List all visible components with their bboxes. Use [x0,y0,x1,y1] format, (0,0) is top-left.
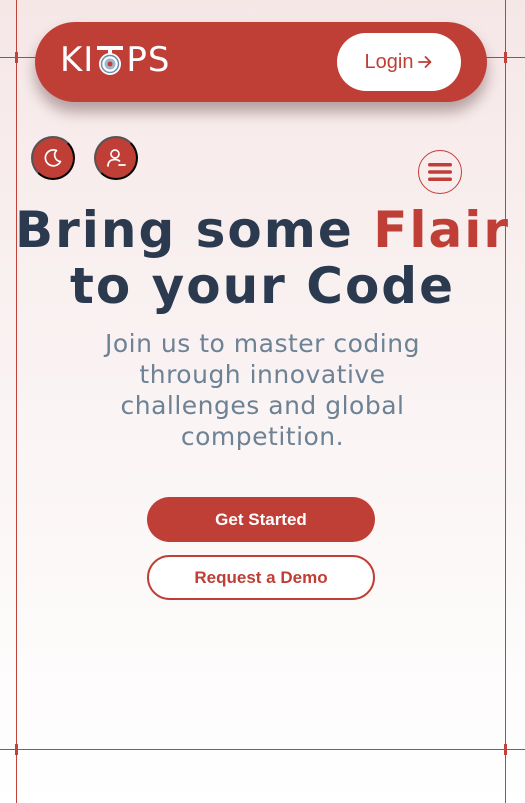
hamburger-menu-icon [428,163,452,181]
guide-line-right [505,0,506,803]
guide-tick [504,744,507,755]
hero-title-part2: to your Code [69,257,455,315]
hero-title-accent: Flair [373,201,511,259]
user-icon [107,149,126,167]
hero-subtitle: Join us to master coding through innovat… [105,329,420,451]
hero-title-part1: Bring some [14,201,374,259]
login-label: Login [364,50,414,73]
profile-button[interactable] [94,136,138,180]
theme-toggle-button[interactable] [31,136,75,180]
logo-emblem-icon [97,46,124,75]
guide-tick [504,52,507,63]
moon-icon [44,149,62,167]
guide-line-left [16,0,17,803]
guide-tick [15,52,18,63]
guide-line-bottom [0,749,525,750]
top-navbar: KI PS Login [35,22,487,102]
arrow-right-icon [418,56,432,68]
get-started-button[interactable]: Get Started [147,497,375,542]
site-logo[interactable]: KI PS [60,40,170,80]
hero-title: Bring some Flair to your Code [0,202,525,314]
login-button[interactable]: Login [337,33,461,91]
menu-button[interactable] [418,150,462,194]
logo-text-left: KI [60,40,95,80]
request-demo-button[interactable]: Request a Demo [147,555,375,600]
guide-tick [15,744,18,755]
logo-text-right: PS [126,40,171,80]
